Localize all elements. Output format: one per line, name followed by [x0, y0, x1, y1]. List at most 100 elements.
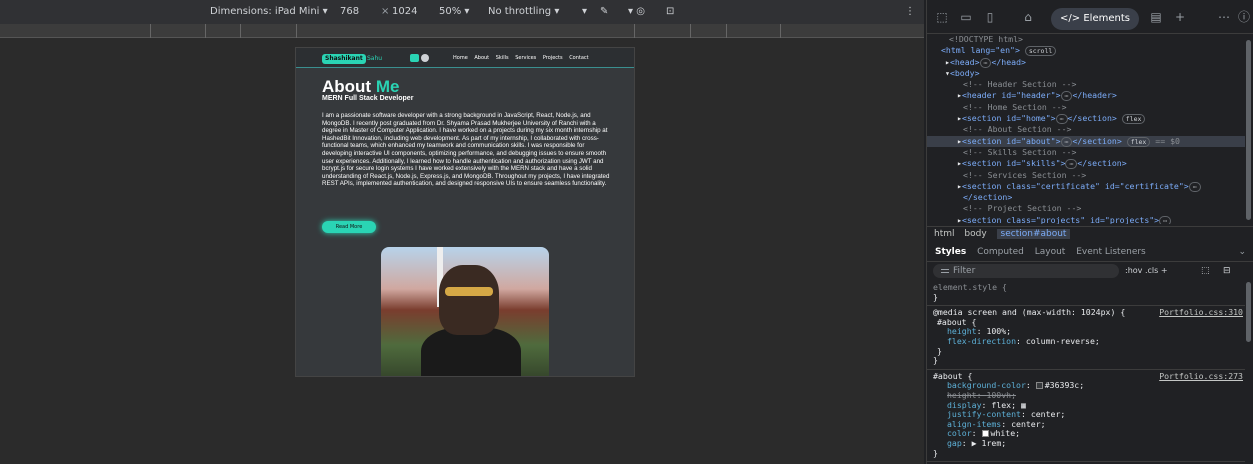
- chevron-down-icon[interactable]: ⌄: [1238, 242, 1246, 262]
- flex-badge[interactable]: flex: [1126, 136, 1151, 147]
- ellipsis-badge[interactable]: ⋯: [1065, 159, 1078, 170]
- tab-styles[interactable]: Styles: [935, 247, 966, 257]
- filter-input[interactable]: Filter: [933, 264, 1119, 278]
- dom-comment[interactable]: <!-- Services Section -->: [927, 170, 1245, 181]
- dom-node[interactable]: </section>: [927, 192, 1245, 203]
- rule-media-about[interactable]: Portfolio.css:310 @media screen and (max…: [927, 306, 1245, 370]
- ellipsis-badge[interactable]: ⋯: [1055, 114, 1068, 125]
- dom-tree[interactable]: <!DOCTYPE html> <html lang="en"> scroll …: [927, 34, 1245, 224]
- head-tag: <head>: [949, 56, 980, 67]
- ellipsis-badge[interactable]: ⋯: [1060, 136, 1073, 147]
- height-input[interactable]: 1024: [392, 6, 417, 17]
- dom-node[interactable]: ▾<body>: [927, 68, 1245, 79]
- chevron-down-icon: ▾: [322, 6, 328, 17]
- color-swatch[interactable]: [1035, 382, 1043, 390]
- sensors-icon[interactable]: ▾: [582, 6, 587, 17]
- inspect-icon[interactable]: ⬚: [935, 10, 949, 24]
- dom-node[interactable]: ▸<section class="certificate" id="certif…: [927, 181, 1245, 192]
- device-viewport-pane: Dimensions: iPad Mini ▾ 768 × 1024 50% ▾…: [0, 0, 924, 464]
- expand-icon[interactable]: ▶: [972, 438, 977, 448]
- breadcrumb-section-about[interactable]: section#about: [996, 229, 1071, 239]
- dom-comment[interactable]: <!-- About Section -->: [927, 124, 1245, 135]
- throttling-select[interactable]: No throttling ▾: [488, 6, 559, 17]
- site-logo-rest: Sahu: [367, 55, 383, 62]
- breadcrumb-html[interactable]: html: [934, 229, 955, 239]
- media-query-ruler[interactable]: [0, 24, 924, 38]
- color-swatch[interactable]: [981, 430, 989, 438]
- zoom-select[interactable]: 50% ▾: [439, 6, 469, 17]
- dom-node-selected[interactable]: ▸<section id="about"> ⋯ </section> flex ==…: [927, 135, 1245, 147]
- dom-node[interactable]: ▸<section id="skills"> ⋯ </section>: [927, 158, 1245, 170]
- nav-projects[interactable]: Projects: [543, 55, 563, 61]
- css-declaration[interactable]: gap: ▶ 1rem;: [933, 438, 1239, 449]
- rule-close: }: [933, 355, 938, 366]
- skills-section-tag: <section id="skills">: [961, 158, 1066, 169]
- photo-person: [439, 265, 499, 335]
- flex-editor-icon[interactable]: ▦: [1021, 400, 1026, 410]
- site-logo[interactable]: Shashikant: [322, 54, 366, 64]
- nav-services[interactable]: Services: [515, 55, 536, 61]
- dom-node[interactable]: ▸<header id="header"> ⋯ </header>: [927, 90, 1245, 102]
- selected-marker: == $0: [1155, 135, 1180, 146]
- theme-icon[interactable]: [421, 54, 429, 62]
- read-more-button[interactable]: Read More: [322, 221, 376, 233]
- width-input[interactable]: 768: [340, 6, 359, 17]
- dom-node[interactable]: ▸<head> ⋯ </head>: [927, 57, 1245, 68]
- ruler-mark: [780, 24, 781, 38]
- dom-node[interactable]: <html lang="en"> scroll: [927, 45, 1245, 57]
- breadcrumb-body[interactable]: body: [964, 229, 986, 239]
- dom-comment[interactable]: <!-- Project Section -->: [927, 203, 1245, 214]
- more-icon[interactable]: ⋯: [1217, 10, 1231, 24]
- rule-element-style[interactable]: element.style { }: [927, 281, 1245, 307]
- more-options-icon[interactable]: ⋮: [905, 6, 915, 17]
- profile-photo: [381, 247, 549, 376]
- nav-about[interactable]: About: [474, 55, 489, 61]
- dom-comment[interactable]: <!-- Home Section -->: [927, 102, 1245, 113]
- tab-elements[interactable]: </> Elements: [1051, 8, 1139, 30]
- add-tab-icon[interactable]: +: [1173, 10, 1187, 24]
- css-value: white;: [990, 428, 1021, 439]
- scroll-badge[interactable]: scroll: [1024, 46, 1057, 57]
- dom-comment[interactable]: <!-- Skills Section -->: [927, 147, 1245, 158]
- help-icon[interactable]: ⓘ: [1237, 10, 1251, 24]
- dom-node[interactable]: ▸<section class="projects" id="projects"…: [927, 215, 1245, 224]
- filter-options[interactable]: :hov .cls +: [1125, 262, 1168, 280]
- tab-layout[interactable]: Layout: [1035, 247, 1066, 257]
- about-title: About Me: [322, 77, 399, 97]
- ellipsis-badge[interactable]: ⋯: [979, 57, 992, 68]
- device-dimensions-select[interactable]: Dimensions: iPad Mini ▾: [210, 6, 328, 17]
- dom-node[interactable]: <!DOCTYPE html>: [927, 34, 1245, 45]
- rule-about[interactable]: Portfolio.css:273 #about { background-co…: [927, 370, 1245, 463]
- toggle-icon[interactable]: [410, 54, 419, 62]
- nav-contact[interactable]: Contact: [569, 55, 588, 61]
- sidebar-toggle-icon[interactable]: ⊟: [1223, 262, 1231, 280]
- device-toggle-icon[interactable]: ▭: [959, 10, 973, 24]
- css-rules-panel[interactable]: element.style { } Portfolio.css:310 @med…: [927, 281, 1245, 464]
- console-icon[interactable]: ▤: [1149, 10, 1163, 24]
- dom-node[interactable]: ▸<section id="home"> ⋯ </section> flex: [927, 113, 1245, 125]
- tab-computed[interactable]: Computed: [977, 247, 1024, 257]
- rule-source-link[interactable]: Portfolio.css:310: [1159, 308, 1243, 318]
- nav-skills[interactable]: Skills: [496, 55, 509, 61]
- ellipsis-badge[interactable]: ⋯: [1159, 215, 1172, 224]
- rule-source-link[interactable]: Portfolio.css:273: [1159, 371, 1243, 382]
- styles-scrollbar[interactable]: [1246, 282, 1251, 342]
- paint-icon[interactable]: ⬚: [1201, 262, 1210, 280]
- ellipsis-badge[interactable]: ⋯: [1060, 91, 1073, 102]
- flex-badge[interactable]: flex: [1121, 114, 1146, 125]
- home-icon[interactable]: ⌂: [1021, 10, 1035, 24]
- styles-filter-bar: Filter :hov .cls + ⬚ ⊟: [927, 262, 1253, 280]
- rotate-icon[interactable]: ▾ ◎: [628, 6, 645, 17]
- sidebar-icon[interactable]: ▯: [983, 10, 997, 24]
- css-value: flex;: [991, 399, 1017, 410]
- edit-icon[interactable]: ✎: [600, 6, 608, 17]
- about-paragraph: I am a passionate software developer wit…: [322, 112, 610, 188]
- nav-home[interactable]: Home: [453, 55, 468, 61]
- dom-comment[interactable]: <!-- Header Section -->: [927, 79, 1245, 90]
- dom-scrollbar[interactable]: [1246, 40, 1251, 220]
- rule-selector: element.style {: [933, 282, 1007, 292]
- screenshot-icon[interactable]: ⊡: [666, 6, 674, 17]
- ellipsis-badge[interactable]: ⋯: [1188, 181, 1201, 192]
- tab-event-listeners[interactable]: Event Listeners: [1076, 247, 1146, 257]
- css-declaration[interactable]: flex-direction: column-reverse;: [933, 336, 1239, 347]
